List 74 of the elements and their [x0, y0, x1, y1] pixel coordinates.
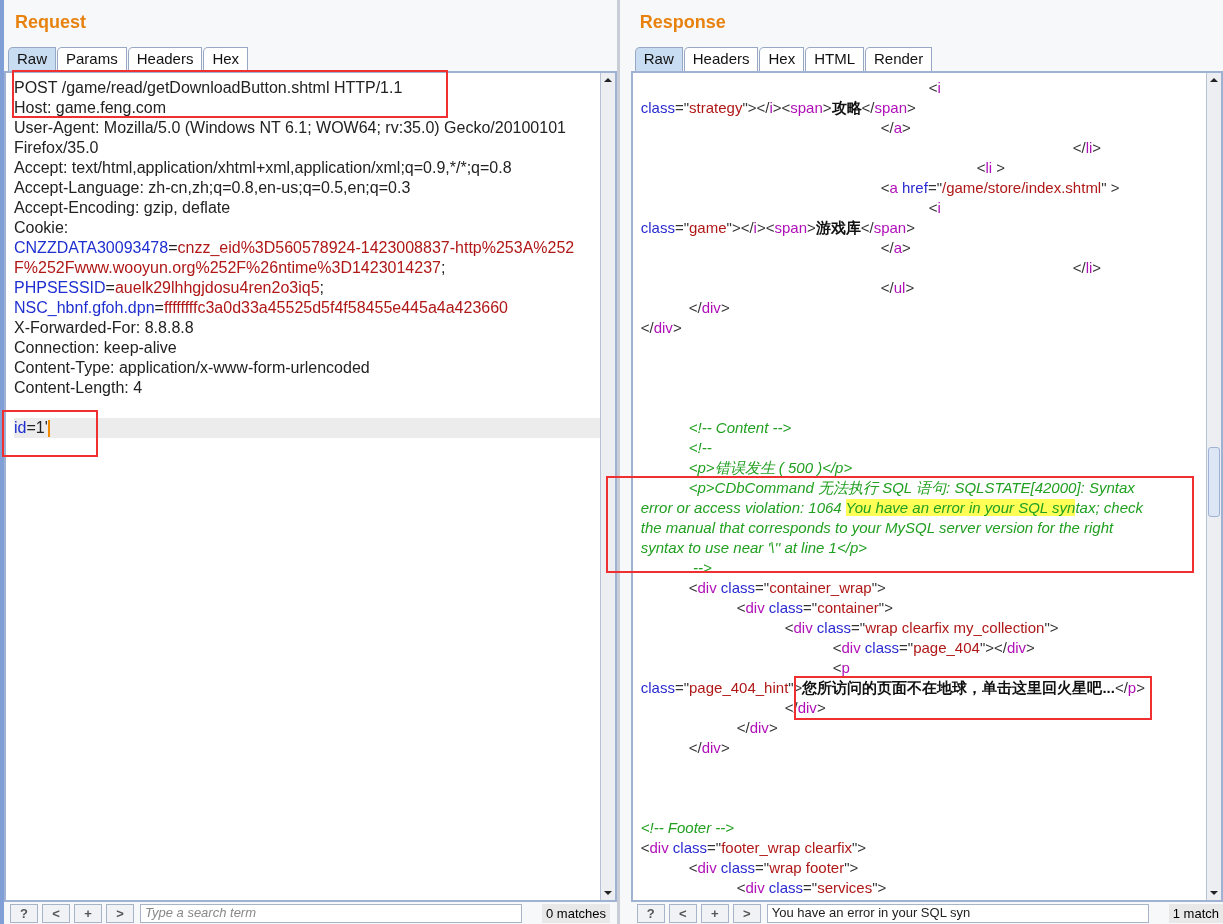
search-field[interactable]: You have an error in your SQL syn — [766, 903, 1149, 923]
code-line: <div class="footer_wrap clearfix"> — [640, 838, 867, 858]
code-line: PHPSESSID=auelk29lhhgjdosu4ren2o3iq5; — [14, 278, 324, 298]
code-line: Accept-Encoding: gzip, deflate — [14, 198, 231, 218]
panel-title: Response — [639, 11, 726, 34]
code-line: id=1' — [14, 418, 48, 438]
code-line: User-Agent: Mozilla/5.0 (Windows NT 6.1; WOW64; rv:35.0) Gecko/20100101 — [14, 118, 566, 138]
tab[interactable]: Hex — [203, 47, 249, 71]
code-line: </li> — [1071, 258, 1102, 278]
code-line: Firefox/35.0 — [14, 138, 99, 158]
code-line: --> — [691, 558, 712, 578]
code-line: Content-Length: 4 — [14, 378, 143, 398]
code-line: </ul> — [879, 278, 915, 298]
code-line: <i — [927, 78, 941, 98]
search-nav-button[interactable]: + — [74, 903, 102, 923]
code-line: <i — [927, 198, 941, 218]
code-line: <p>CDbCommand 无法执行 SQL 语句: SQLSTATE[42000]: Syntax — [687, 478, 1135, 498]
match-count: 1 match — [1168, 903, 1223, 923]
code-line: Cookie: — [14, 218, 69, 238]
code-line: <a href="/game/store/index.shtml" > — [879, 178, 1120, 198]
tab[interactable]: Headers — [683, 47, 759, 71]
search-nav-button[interactable]: < — [42, 903, 70, 923]
code-line: </div> — [687, 738, 730, 758]
code-line: <!-- Content --> — [687, 418, 792, 438]
search-nav-button[interactable]: ? — [10, 903, 38, 923]
code-line: Accept: text/html,application/xhtml+xml,application/xml;q=0.9,*/*;q=0.8 — [14, 158, 512, 178]
code-line: </a> — [879, 238, 911, 258]
tab[interactable]: HTML — [805, 47, 864, 71]
code-line: the manual that corresponds to your MySQL server version for the right — [640, 518, 1114, 538]
code-line: <p>错误发生 ( 500 )</p> — [687, 458, 853, 478]
code-line: X-Forwarded-For: 8.8.8.8 — [14, 318, 194, 338]
code-line: class="game"></i><span>游戏库</span> — [640, 218, 915, 238]
tab[interactable]: Render — [865, 47, 933, 71]
code-line: </div> — [735, 718, 778, 738]
code-line: <div class="container_wrap"> — [687, 578, 886, 598]
search-nav-button[interactable]: > — [732, 903, 761, 923]
scrollbar-thumb[interactable] — [1208, 447, 1220, 517]
code-line: <div class="services"> — [735, 878, 887, 898]
code-line: </div> — [687, 298, 730, 318]
code-line: class="strategy"></i><span>攻略</span> — [640, 98, 916, 118]
code-line: F%252Fwww.wooyun.org%252F%26ntime%3D1423014237; — [14, 258, 446, 278]
code-line: NSC_hbnf.gfoh.dpn=ffffffffc3a0d33a45525d5f4f58455e445a4a423660 — [14, 298, 508, 318]
tab[interactable]: Headers — [127, 47, 203, 71]
code-line: <div class="wrap clearfix my_collection"> — [783, 618, 1059, 638]
search-nav-button[interactable]: ? — [636, 903, 665, 923]
tab[interactable]: Raw — [634, 47, 683, 71]
code-line: Connection: keep-alive — [14, 338, 177, 358]
code-line: <div class="page_404"></div> — [831, 638, 1035, 658]
code-line: POST /game/read/getDownloadButton.shtml HTTP/1.1 — [14, 78, 403, 98]
match-count: 0 matches — [542, 903, 610, 923]
tab[interactable]: Hex — [759, 47, 805, 71]
code-line: <p — [831, 658, 850, 678]
text-cursor — [47, 419, 50, 437]
code-line: error or access violation: 1064 You have an error in your SQL syntax; check — [640, 498, 1143, 518]
code-line: </a> — [879, 118, 911, 138]
code-line: Host: game.feng.com — [14, 98, 167, 118]
code-line: </div> — [640, 318, 682, 338]
search-nav-button[interactable]: < — [668, 903, 697, 923]
code-line: Content-Type: application/x-www-form-urlencoded — [14, 358, 370, 378]
tab[interactable]: Raw — [8, 47, 56, 71]
code-line: syntax to use near '\'' at line 1</p> — [640, 538, 867, 558]
tab[interactable]: Params — [57, 47, 127, 71]
code-line: </li> — [1071, 138, 1102, 158]
code-line: <div class="wrap footer"> — [687, 858, 859, 878]
code-line: <div class="container"> — [735, 598, 893, 618]
code-line: <!-- Footer --> — [640, 818, 735, 838]
code-line: CNZZDATA30093478=cnzz_eid%3D560578924-1423008837-http%253A%252 — [14, 238, 575, 258]
search-nav-button[interactable]: > — [106, 903, 134, 923]
code-line: <!-- — [687, 438, 712, 458]
code-line: <li > — [975, 158, 1006, 178]
code-line: Accept-Language: zh-cn,zh;q=0.8,en-us;q=0.5,en;q=0.3 — [14, 178, 411, 198]
search-field[interactable]: Type a search term — [140, 903, 522, 923]
search-nav-button[interactable]: + — [700, 903, 729, 923]
panel-title: Request — [15, 11, 86, 34]
